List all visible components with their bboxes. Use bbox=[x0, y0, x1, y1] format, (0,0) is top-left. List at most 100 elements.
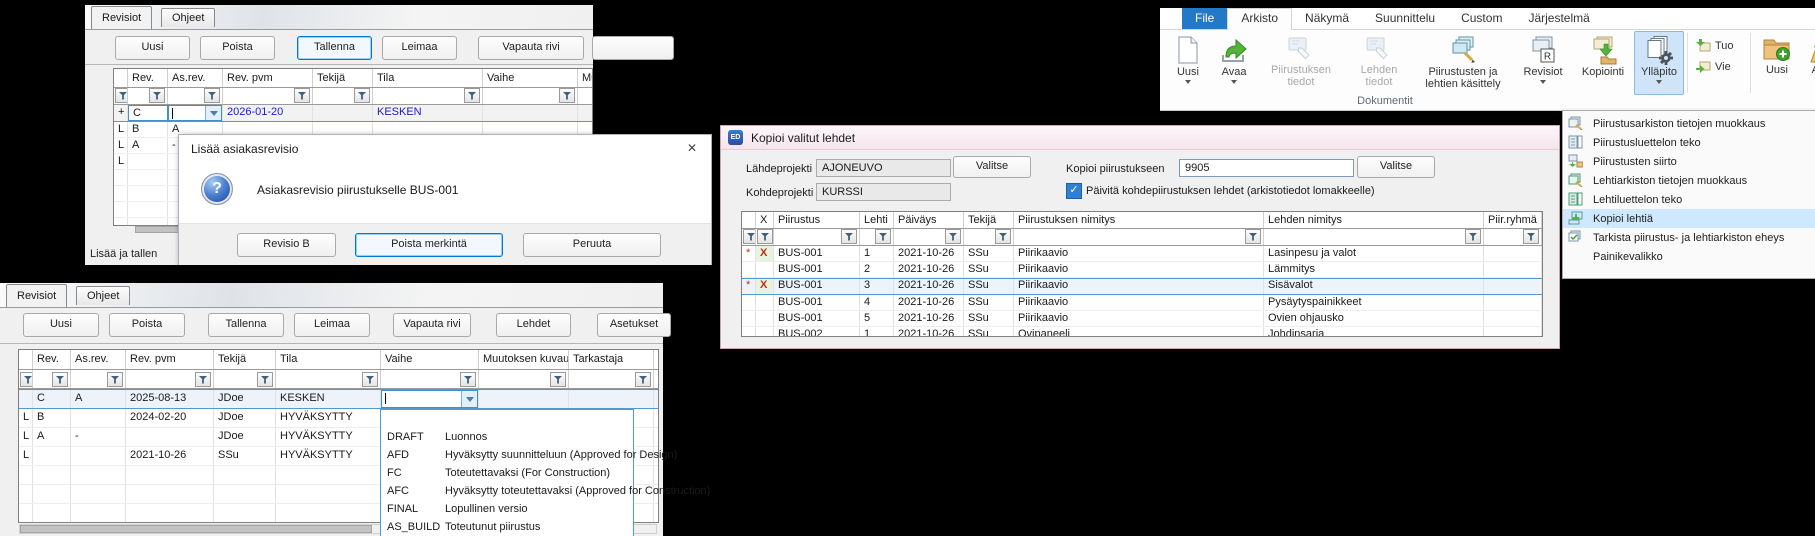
filter-icon[interactable] bbox=[52, 372, 68, 387]
tab-custom[interactable]: Custom bbox=[1448, 8, 1515, 29]
filter-icon[interactable] bbox=[995, 229, 1011, 244]
table-row-selected[interactable]: * X BUS-001 3 2021-10-26 SSu Piirikaavio… bbox=[742, 278, 1542, 295]
menu-item-highlighted[interactable]: Kopioi lehtiä bbox=[1563, 209, 1815, 228]
menu-item[interactable]: Tarkista piirustus- ja lehtiarkiston ehe… bbox=[1563, 228, 1815, 247]
kopiointi-ribbon-button[interactable]: Kopiointi bbox=[1574, 31, 1632, 95]
clipped-button[interactable] bbox=[592, 36, 674, 60]
kasittely-ribbon-button[interactable]: Piirustusten ja lehtien käsittely bbox=[1414, 31, 1512, 95]
poista-button[interactable]: Poista bbox=[200, 36, 275, 60]
uusi-ribbon-button[interactable]: Uusi bbox=[1166, 31, 1210, 95]
copy-to-input[interactable]: 9905 bbox=[1179, 159, 1354, 177]
filter-icon[interactable] bbox=[1245, 229, 1261, 244]
dropdown-option-empty[interactable] bbox=[381, 410, 633, 428]
filter-icon[interactable] bbox=[743, 229, 756, 244]
menu-item[interactable]: Piirustusarkiston tietojen muokkaus bbox=[1563, 114, 1815, 133]
column-header[interactable]: X bbox=[756, 212, 774, 228]
tab-jarjestelma[interactable]: Järjestelmä bbox=[1515, 8, 1602, 29]
revisiot-ribbon-button[interactable]: R Revisiot bbox=[1514, 31, 1572, 95]
column-header[interactable]: Rev. pvm bbox=[223, 69, 313, 87]
filter-icon[interactable] bbox=[257, 372, 273, 387]
menu-item[interactable]: Lehtiluettelon teko bbox=[1563, 190, 1815, 209]
column-header[interactable]: As.rev. bbox=[71, 350, 126, 369]
vaihe-combo[interactable] bbox=[381, 390, 478, 408]
filter-icon[interactable] bbox=[550, 372, 566, 387]
column-header[interactable]: As.rev. bbox=[168, 69, 223, 87]
update-sheets-checkbox[interactable]: ✓ bbox=[1066, 183, 1082, 199]
filter-icon[interactable] bbox=[757, 229, 773, 244]
avaa-ribbon-button[interactable]: Avaa bbox=[1212, 31, 1256, 95]
filter-icon[interactable] bbox=[362, 372, 378, 387]
dropdown-option[interactable]: DRAFTLuonnos bbox=[381, 428, 633, 446]
asetukset-button[interactable]: Asetukset bbox=[597, 313, 671, 337]
filter-icon[interactable] bbox=[115, 88, 128, 103]
column-header[interactable]: Rev. pvm bbox=[126, 350, 214, 369]
column-header[interactable]: Päiväys bbox=[894, 212, 964, 228]
column-header[interactable]: Tila bbox=[373, 69, 483, 87]
leimaa-button[interactable]: Leimaa bbox=[294, 313, 370, 337]
source-project-input[interactable]: AJONEUVO bbox=[816, 159, 951, 177]
filter-icon[interactable] bbox=[204, 88, 220, 103]
uusi-button[interactable]: Uusi bbox=[23, 313, 99, 337]
filter-icon[interactable] bbox=[559, 88, 575, 103]
uusi-projekti-button[interactable]: Uusi bbox=[1754, 31, 1800, 95]
column-header[interactable]: Lehti bbox=[860, 212, 894, 228]
poista-merkinta-button[interactable]: Poista merkintä bbox=[355, 233, 503, 257]
filter-icon[interactable] bbox=[460, 372, 476, 387]
dropdown-option[interactable]: AS_BUILDToteutunut piirustus bbox=[381, 518, 633, 536]
column-header[interactable]: Tekijä bbox=[214, 350, 276, 369]
table-row[interactable]: BUS-001 5 2021-10-26 SSu Piirikaavio Ovi… bbox=[742, 311, 1542, 327]
menu-item[interactable]: Piirustusten siirto bbox=[1563, 152, 1815, 171]
dropdown-option[interactable]: FINALLopullinen versio bbox=[381, 500, 633, 518]
column-header[interactable]: Piir.ryhmä bbox=[1484, 212, 1542, 228]
dropdown-option[interactable]: AFCHyväksytty toteutettavaksi (Approved … bbox=[381, 482, 633, 500]
target-project-input[interactable]: KURSSI bbox=[816, 183, 951, 201]
filter-icon[interactable] bbox=[149, 88, 165, 103]
menu-item[interactable]: Painikevalikko bbox=[1563, 247, 1815, 266]
filter-icon[interactable] bbox=[354, 88, 370, 103]
filter-icon[interactable] bbox=[464, 88, 480, 103]
filter-icon[interactable] bbox=[635, 372, 651, 387]
horizontal-scrollbar-thumb[interactable] bbox=[20, 525, 372, 533]
column-header[interactable]: Rev. bbox=[128, 69, 168, 87]
revisio-b-button[interactable]: Revisio B bbox=[237, 233, 336, 257]
valitse-button[interactable]: Valitse bbox=[1357, 156, 1435, 178]
filter-icon[interactable] bbox=[20, 372, 33, 387]
uusi-button[interactable]: Uusi bbox=[115, 36, 190, 60]
table-row[interactable]: BUS-001 4 2021-10-26 SSu Piirikaavio Pys… bbox=[742, 295, 1542, 311]
filter-icon[interactable] bbox=[875, 229, 891, 244]
tab-ohjeet[interactable]: Ohjeet bbox=[161, 8, 215, 27]
tab-ohjeet[interactable]: Ohjeet bbox=[76, 286, 130, 305]
column-header[interactable]: Tekijä bbox=[313, 69, 373, 87]
column-header[interactable]: Piirustuksen nimitys bbox=[1014, 212, 1264, 228]
tallenna-button[interactable]: Tallenna bbox=[208, 313, 284, 337]
table-row[interactable]: * X BUS-001 1 2021-10-26 SSu Piirikaavio… bbox=[742, 246, 1542, 262]
filter-icon[interactable] bbox=[1523, 229, 1539, 244]
tab-arkisto[interactable]: Arkisto bbox=[1227, 8, 1292, 30]
avaa-projekti-button[interactable]: Avaa bbox=[1802, 31, 1815, 95]
menu-item[interactable]: Lehtiarkiston tietojen muokkaus bbox=[1563, 171, 1815, 190]
table-row[interactable]: BUS-002 1 2021-10-26 SSu Ovipaneeli Johd… bbox=[742, 327, 1542, 337]
valitse-button[interactable]: Valitse bbox=[953, 156, 1031, 178]
filter-icon[interactable] bbox=[945, 229, 961, 244]
yllapito-ribbon-button[interactable]: Ylläpito bbox=[1634, 31, 1684, 95]
column-header[interactable]: Tila bbox=[276, 350, 381, 369]
tab-revisiot[interactable]: Revisiot bbox=[6, 284, 67, 307]
table-row-selected[interactable]: C A 2025-08-13 JDoe KESKEN bbox=[19, 389, 658, 409]
vapauta-rivi-button[interactable]: Vapauta rivi bbox=[393, 313, 471, 337]
column-header[interactable]: Tarkastaja bbox=[569, 350, 654, 369]
close-icon[interactable]: ✕ bbox=[687, 141, 697, 155]
tallenna-button[interactable]: Tallenna bbox=[297, 36, 372, 60]
column-header[interactable]: Muutoksen kuvaus bbox=[479, 350, 569, 369]
menu-item[interactable]: Piirustusluettelon teko bbox=[1563, 133, 1815, 152]
column-header[interactable]: Rev. bbox=[33, 350, 71, 369]
peruuta-button[interactable]: Peruuta bbox=[523, 233, 661, 257]
dropdown-option[interactable]: AFDHyväksytty suunnitteluun (Approved fo… bbox=[381, 446, 633, 464]
combo-arrow-icon[interactable] bbox=[205, 106, 221, 120]
tab-revisiot[interactable]: Revisiot bbox=[91, 6, 152, 29]
tuo-button[interactable]: Tuo bbox=[1691, 39, 1747, 52]
asrev-combo[interactable] bbox=[168, 105, 222, 121]
lehdet-button[interactable]: Lehdet bbox=[496, 313, 571, 337]
table-row[interactable]: BUS-001 2 2021-10-26 SSu Piirikaavio Läm… bbox=[742, 262, 1542, 278]
filter-icon[interactable] bbox=[107, 372, 123, 387]
combo-arrow-icon[interactable] bbox=[461, 391, 477, 407]
